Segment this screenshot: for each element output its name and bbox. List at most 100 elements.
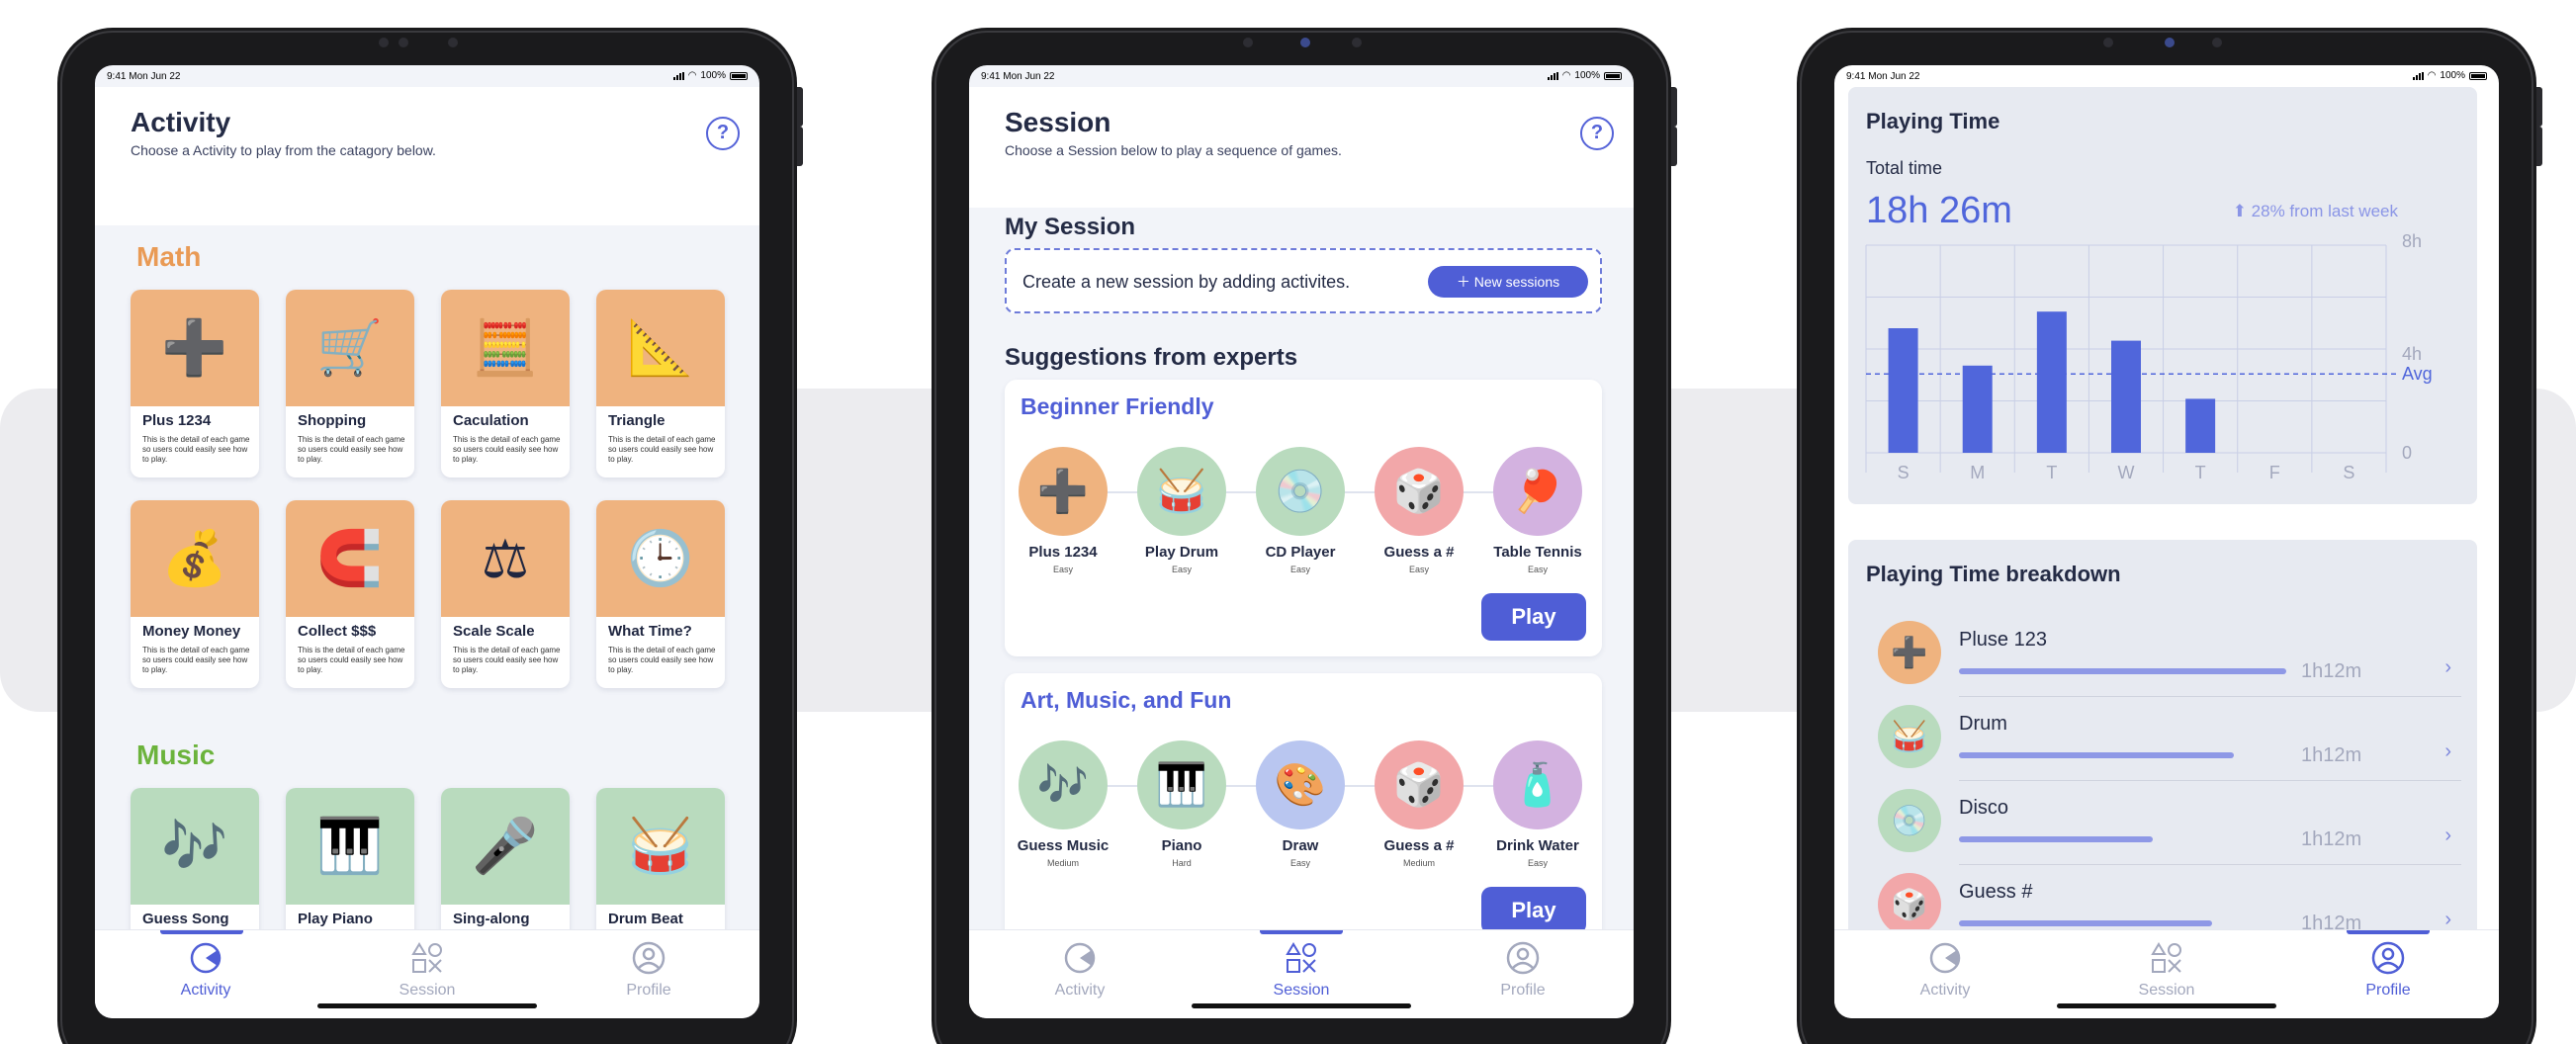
drum-icon: 🥁 bbox=[596, 788, 725, 905]
session-card: Art, Music, and Fun 🎶 Guess Music Medium 🎹 Pi… bbox=[1005, 673, 1602, 950]
card-description: This is the detail of each game so users… bbox=[142, 435, 250, 464]
ping-pong-icon: 🏓 bbox=[1493, 447, 1582, 536]
tab-profile[interactable]: Profile bbox=[538, 930, 759, 1018]
chart-bar bbox=[1888, 328, 1918, 453]
activity-card[interactable]: 🕒 What Time? This is the detail of each ga… bbox=[596, 500, 725, 688]
activity-card[interactable]: ➕ Plus 1234 This is the detail of each gam… bbox=[131, 290, 259, 478]
breakdown-name: Guess # bbox=[1959, 881, 2033, 903]
play-button[interactable]: Play bbox=[1481, 887, 1586, 934]
session-activity-name: Draw bbox=[1282, 837, 1319, 854]
y-tick-label: 0 bbox=[2402, 443, 2412, 463]
card-title: Shopping bbox=[298, 412, 367, 429]
y-tick-label: 8h bbox=[2402, 231, 2422, 251]
microphone-icon: 🎤 bbox=[441, 788, 570, 905]
math-heading: Math bbox=[136, 241, 202, 272]
activity-card[interactable]: 🧲 Collect $$$ This is the detail of each g… bbox=[286, 500, 414, 688]
breakdown-time: 1h12m bbox=[2301, 744, 2362, 766]
page-subtitle: Choose a Session below to play a sequenc… bbox=[1005, 142, 1342, 158]
breakdown-heading: Playing Time breakdown bbox=[1866, 562, 2121, 586]
session-activity[interactable]: 🎹 Piano Hard bbox=[1127, 740, 1236, 868]
record-player-icon: 💿 bbox=[1878, 789, 1941, 852]
drum-icon: 🥁 bbox=[1137, 447, 1226, 536]
play-button[interactable]: Play bbox=[1481, 593, 1586, 641]
breakdown-name: Disco bbox=[1959, 797, 2009, 819]
plus-icon: ＋ bbox=[1456, 274, 1474, 290]
tab-bar: Activity Session Profile bbox=[969, 929, 1634, 1018]
status-time: 9:41 Mon Jun 22 bbox=[107, 71, 181, 82]
page-title: Activity bbox=[131, 107, 231, 137]
card-description: This is the detail of each game so users… bbox=[608, 435, 716, 464]
status-bar: 9:41 Mon Jun 22 ◠ 100% bbox=[969, 65, 1634, 87]
chevron-right-icon: › bbox=[2444, 656, 2451, 678]
session-activity-level: Easy bbox=[1289, 858, 1310, 868]
card-description: This is the detail of each game so users… bbox=[453, 435, 561, 464]
session-activity[interactable]: 🎶 Guess Music Medium bbox=[1009, 740, 1117, 868]
breakdown-time: 1h12m bbox=[2301, 660, 2362, 682]
battery-percent: 100% bbox=[2440, 70, 2465, 81]
record-player-icon: 💿 bbox=[1256, 447, 1345, 536]
status-bar: 9:41 Mon Jun 22 ◠ 100% bbox=[95, 65, 759, 87]
session-activity[interactable]: 🏓 Table Tennis Easy bbox=[1483, 447, 1592, 574]
session-activity-level: Medium bbox=[1402, 858, 1435, 868]
breakdown-name: Drum bbox=[1959, 713, 2007, 735]
music-notes-icon: 🎶 bbox=[1019, 740, 1108, 829]
session-screen: 9:41 Mon Jun 22 ◠ 100% Session Choose a S… bbox=[969, 65, 1634, 1018]
tab-activity[interactable]: Activity bbox=[1834, 930, 2056, 1018]
session-activity[interactable]: 💿 CD Player Easy bbox=[1246, 447, 1355, 574]
breakdown-progress-bar bbox=[1959, 836, 2153, 842]
playing-time-panel: Playing Time Total time 18h 26m ⬆ 28% fr… bbox=[1848, 87, 2477, 504]
breakdown-progress-bar bbox=[1959, 920, 2212, 926]
profile-icon bbox=[2371, 941, 2405, 975]
activity-card[interactable]: 🛒 Shopping This is the detail of each game… bbox=[286, 290, 414, 478]
new-sessions-button[interactable]: ＋ New sessions bbox=[1428, 266, 1588, 298]
activity-card[interactable]: 📐 Triangle This is the detail of each game… bbox=[596, 290, 725, 478]
tab-profile[interactable]: Profile bbox=[2277, 930, 2499, 1018]
status-time: 9:41 Mon Jun 22 bbox=[981, 71, 1055, 82]
help-button[interactable]: ? bbox=[706, 117, 740, 150]
session-activity-name: Guess a # bbox=[1383, 837, 1455, 854]
piano-icon: 🎹 bbox=[1137, 740, 1226, 829]
chart-bar bbox=[2111, 340, 2141, 453]
x-tick-label: S bbox=[2343, 463, 2354, 482]
activity-icon bbox=[1929, 942, 1961, 974]
session-activity-level: Easy bbox=[1527, 858, 1548, 868]
session-activity[interactable]: 🎲 Guess a # Medium bbox=[1365, 740, 1473, 868]
ipad-session: 9:41 Mon Jun 22 ◠ 100% Session Choose a S… bbox=[932, 28, 1677, 1044]
session-activity[interactable]: 🧴 Drink Water Easy bbox=[1483, 740, 1592, 868]
card-title: Caculation bbox=[453, 412, 529, 429]
calculator-icon: 🧮 bbox=[441, 290, 570, 406]
x-tick-label: W bbox=[2118, 463, 2135, 482]
activity-card[interactable]: 🧮 Caculation This is the detail of each ga… bbox=[441, 290, 570, 478]
card-description: This is the detail of each game so users… bbox=[298, 646, 405, 674]
chevron-right-icon: › bbox=[2444, 740, 2451, 762]
session-activity[interactable]: ➕ Plus 1234 Easy bbox=[1009, 447, 1117, 574]
battery-icon bbox=[730, 71, 748, 80]
plus-minus-blocks-icon: ➕ bbox=[1878, 621, 1941, 684]
session-activity[interactable]: 🎲 Guess a # Easy bbox=[1365, 447, 1473, 574]
breakdown-row[interactable]: ➕ Pluse 123 1h12m › bbox=[1878, 621, 2461, 705]
wifi-icon: ◠ bbox=[2427, 70, 2437, 81]
session-activity[interactable]: 🥁 Play Drum Easy bbox=[1127, 447, 1236, 574]
tab-profile[interactable]: Profile bbox=[1412, 930, 1634, 1018]
session-activity-name: Guess a # bbox=[1383, 544, 1455, 561]
battery-percent: 100% bbox=[1574, 70, 1600, 81]
breakdown-row[interactable]: 💿 Disco 1h12m › bbox=[1878, 789, 2461, 873]
paint-palette-icon: 🎨 bbox=[1256, 740, 1345, 829]
activity-card[interactable]: 💰 Money Money This is the detail of each g… bbox=[131, 500, 259, 688]
session-activity-name: Guess Music bbox=[1017, 837, 1110, 854]
tab-activity[interactable]: Activity bbox=[95, 930, 316, 1018]
help-button[interactable]: ? bbox=[1580, 117, 1614, 150]
breakdown-panel: Playing Time breakdown ➕ Pluse 123 1h12m › 🥁… bbox=[1848, 540, 2477, 955]
session-activity-name: Plus 1234 bbox=[1028, 544, 1098, 561]
x-tick-label: M bbox=[1970, 463, 1985, 482]
activity-icon bbox=[190, 942, 222, 974]
x-tick-label: S bbox=[1898, 463, 1910, 482]
breakdown-row[interactable]: 🥁 Drum 1h12m › bbox=[1878, 705, 2461, 789]
tab-activity[interactable]: Activity bbox=[969, 930, 1191, 1018]
session-activity[interactable]: 🎨 Draw Easy bbox=[1246, 740, 1355, 868]
wifi-icon: ◠ bbox=[1561, 70, 1571, 81]
session-card-title: Beginner Friendly bbox=[1021, 393, 1214, 419]
music-heading: Music bbox=[136, 740, 216, 770]
activity-card[interactable]: ⚖ Scale Scale This is the detail of each g… bbox=[441, 500, 570, 688]
card-title: Scale Scale bbox=[453, 623, 535, 640]
